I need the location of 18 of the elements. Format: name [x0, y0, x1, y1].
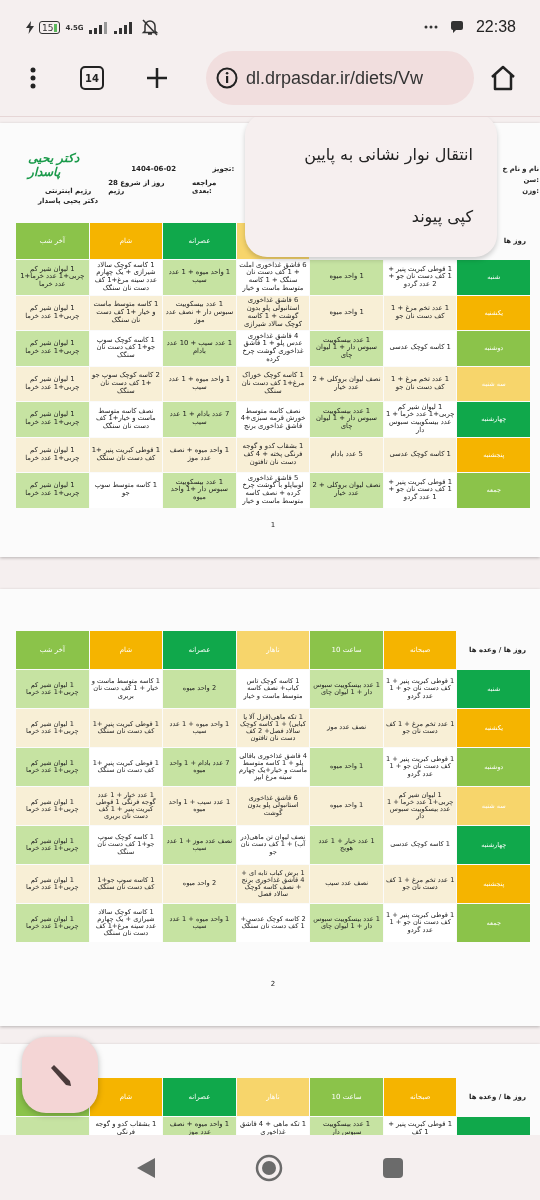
more-dots-icon: [423, 25, 438, 29]
recents-icon[interactable]: [383, 1157, 403, 1178]
battery-icon: 15: [39, 21, 61, 34]
address-bar[interactable]: dl.drpasdar.ir/diets/Vw: [206, 51, 474, 105]
signal-icon: [88, 21, 109, 34]
menu-item[interactable]: انتقال نوار نشانی به پایین: [245, 136, 497, 172]
muted-bell-icon: [140, 19, 159, 36]
logo-text: دکتر یحیی پاسدار: [28, 151, 81, 179]
back-icon[interactable]: [137, 1157, 155, 1178]
charging-icon: [26, 21, 34, 34]
info-icon[interactable]: [216, 67, 238, 89]
chat-bubble-icon: [449, 20, 464, 34]
clock-time: 22:38: [475, 18, 516, 36]
home-button-icon[interactable]: [255, 1153, 283, 1182]
edit-button[interactable]: [22, 1037, 98, 1113]
url-text: dl.drpasdar.ir/diets/Vw: [246, 67, 424, 89]
tab-switcher-button[interactable]: 14: [80, 66, 104, 90]
menu-item[interactable]: کپی پیوند: [245, 198, 497, 234]
